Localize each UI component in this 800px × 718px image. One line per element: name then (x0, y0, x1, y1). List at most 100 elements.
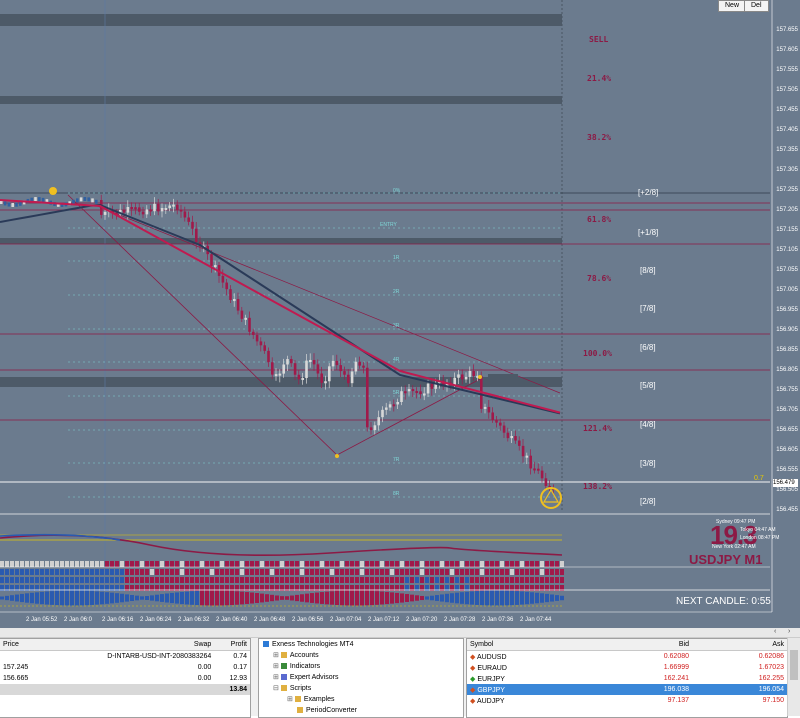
profit-cell: 0.17 (233, 664, 247, 671)
heat-cell (520, 569, 524, 575)
heat-cell (315, 561, 319, 567)
price-tick: 157.355 (776, 147, 798, 153)
table-row[interactable]: D-INTARB-USD-INT-2080383264 0.74 (0, 651, 250, 663)
heat-cell (445, 577, 449, 583)
next-candle-timer: NEXT CANDLE: 0:55 (676, 596, 771, 607)
heat-cell (55, 569, 59, 575)
scrollbar[interactable] (787, 638, 800, 716)
heat-cell (100, 569, 104, 575)
table-row[interactable]: ◆ AUDJPY 97.137 97.150 (467, 695, 787, 706)
heat-cell (210, 569, 214, 575)
candle (309, 359, 312, 362)
heat-cell (230, 561, 234, 567)
heat-cell (505, 561, 509, 567)
heat-cell (385, 561, 389, 567)
scrollbar-thumb[interactable] (790, 650, 798, 680)
candle (415, 391, 418, 394)
navigator-item[interactable]: PeriodConverter (263, 705, 463, 716)
price-tick: 157.255 (776, 187, 798, 193)
heat-cell (550, 569, 554, 575)
chevron-right-icon[interactable]: › (788, 628, 790, 635)
folder-icon (280, 674, 287, 681)
candle (41, 197, 45, 202)
histogram-bar (425, 596, 429, 600)
candle (267, 350, 270, 363)
bid-cell: 162.241 (663, 675, 690, 682)
candle (157, 203, 160, 212)
histogram-bar (460, 592, 464, 604)
heat-cell (200, 569, 204, 575)
heat-cell (385, 577, 389, 583)
navigator-item[interactable]: ⊞ Expert Advisors (263, 672, 463, 683)
table-row[interactable]: ◆ EURAUD 1.66999 1.67023 (467, 662, 787, 673)
heat-cell (510, 569, 514, 575)
candle (293, 363, 297, 375)
chevron-left-icon[interactable]: ‹ (774, 628, 776, 635)
heat-cell (35, 569, 39, 575)
heat-cell (485, 561, 489, 567)
zigzag-line (67, 194, 483, 456)
histogram-bar (0, 596, 4, 600)
heat-cell (15, 561, 19, 567)
table-row[interactable]: ◆ GBPJPY 196.038 196.054 (467, 684, 787, 695)
column-header[interactable]: Bid (597, 639, 693, 651)
heat-cell (120, 569, 124, 575)
histogram-bar (455, 592, 459, 604)
candle (172, 204, 175, 207)
table-row[interactable]: ◆ AUDUSD 0.62080 0.62086 (467, 651, 787, 663)
table-row[interactable]: ◆ EURJPY 162.241 162.255 (467, 673, 787, 684)
candle (510, 436, 513, 439)
time-tick: 2 Jan 06:56 (292, 617, 324, 623)
heat-cell (10, 569, 14, 575)
heat-cell (285, 577, 289, 583)
heat-cell (250, 561, 254, 567)
candle (271, 362, 274, 375)
heat-cell (95, 561, 99, 567)
new-button[interactable]: New (718, 0, 747, 12)
signal-label: SELL (589, 35, 609, 44)
heat-cell (430, 569, 434, 575)
heat-cell (440, 561, 444, 567)
heat-cell (360, 577, 364, 583)
navigator-root[interactable]: Exness Technologies MT4 (263, 639, 463, 650)
navigator-item[interactable]: ⊟ Scripts (263, 683, 463, 694)
heat-cell (330, 577, 334, 583)
time-tick: 2 Jan 07:44 (520, 617, 552, 623)
heat-cell (315, 569, 319, 575)
heat-cell (415, 569, 419, 575)
candle (15, 202, 18, 207)
heat-cell (265, 569, 269, 575)
navigator-item[interactable]: ⊞ Accounts (263, 650, 463, 661)
histogram-bar (120, 593, 124, 603)
histogram-bar (300, 594, 304, 602)
candle (320, 373, 323, 383)
candle (506, 432, 510, 439)
histogram-bar (545, 593, 549, 603)
column-header[interactable]: Symbol (467, 639, 598, 651)
column-header[interactable]: Price (0, 639, 48, 651)
price-chart[interactable]: New Del SELL 21.4% 38.2% 61.8% 78.6% 100… (0, 0, 800, 628)
candle (34, 197, 37, 202)
column-header[interactable]: Swap (47, 639, 215, 651)
delete-button[interactable]: Del (744, 0, 769, 12)
column-header[interactable]: Ask (692, 639, 787, 651)
time-tick: 2 Jan 06:16 (102, 617, 134, 623)
heat-cell (90, 577, 94, 583)
candle (540, 470, 544, 479)
heat-cell (210, 577, 214, 583)
candle (187, 217, 190, 222)
table-row[interactable]: 156.665 0.00 12.93 (0, 673, 250, 684)
heat-cell (225, 569, 229, 575)
heat-cell (270, 561, 274, 567)
table-row[interactable]: 157.245 0.00 0.17 (0, 662, 250, 673)
bid-cell: 1.66999 (663, 664, 690, 671)
navigator-item[interactable]: ⊞ Indicators (263, 661, 463, 672)
navigator-item[interactable]: ⊞ Examples (263, 694, 463, 705)
heat-cell (95, 569, 99, 575)
column-header[interactable]: Profit (214, 639, 250, 651)
heat-cell (300, 561, 304, 567)
histogram-bar (90, 591, 94, 605)
heat-cell (195, 569, 199, 575)
candle (407, 389, 411, 392)
heat-cell (550, 561, 554, 567)
